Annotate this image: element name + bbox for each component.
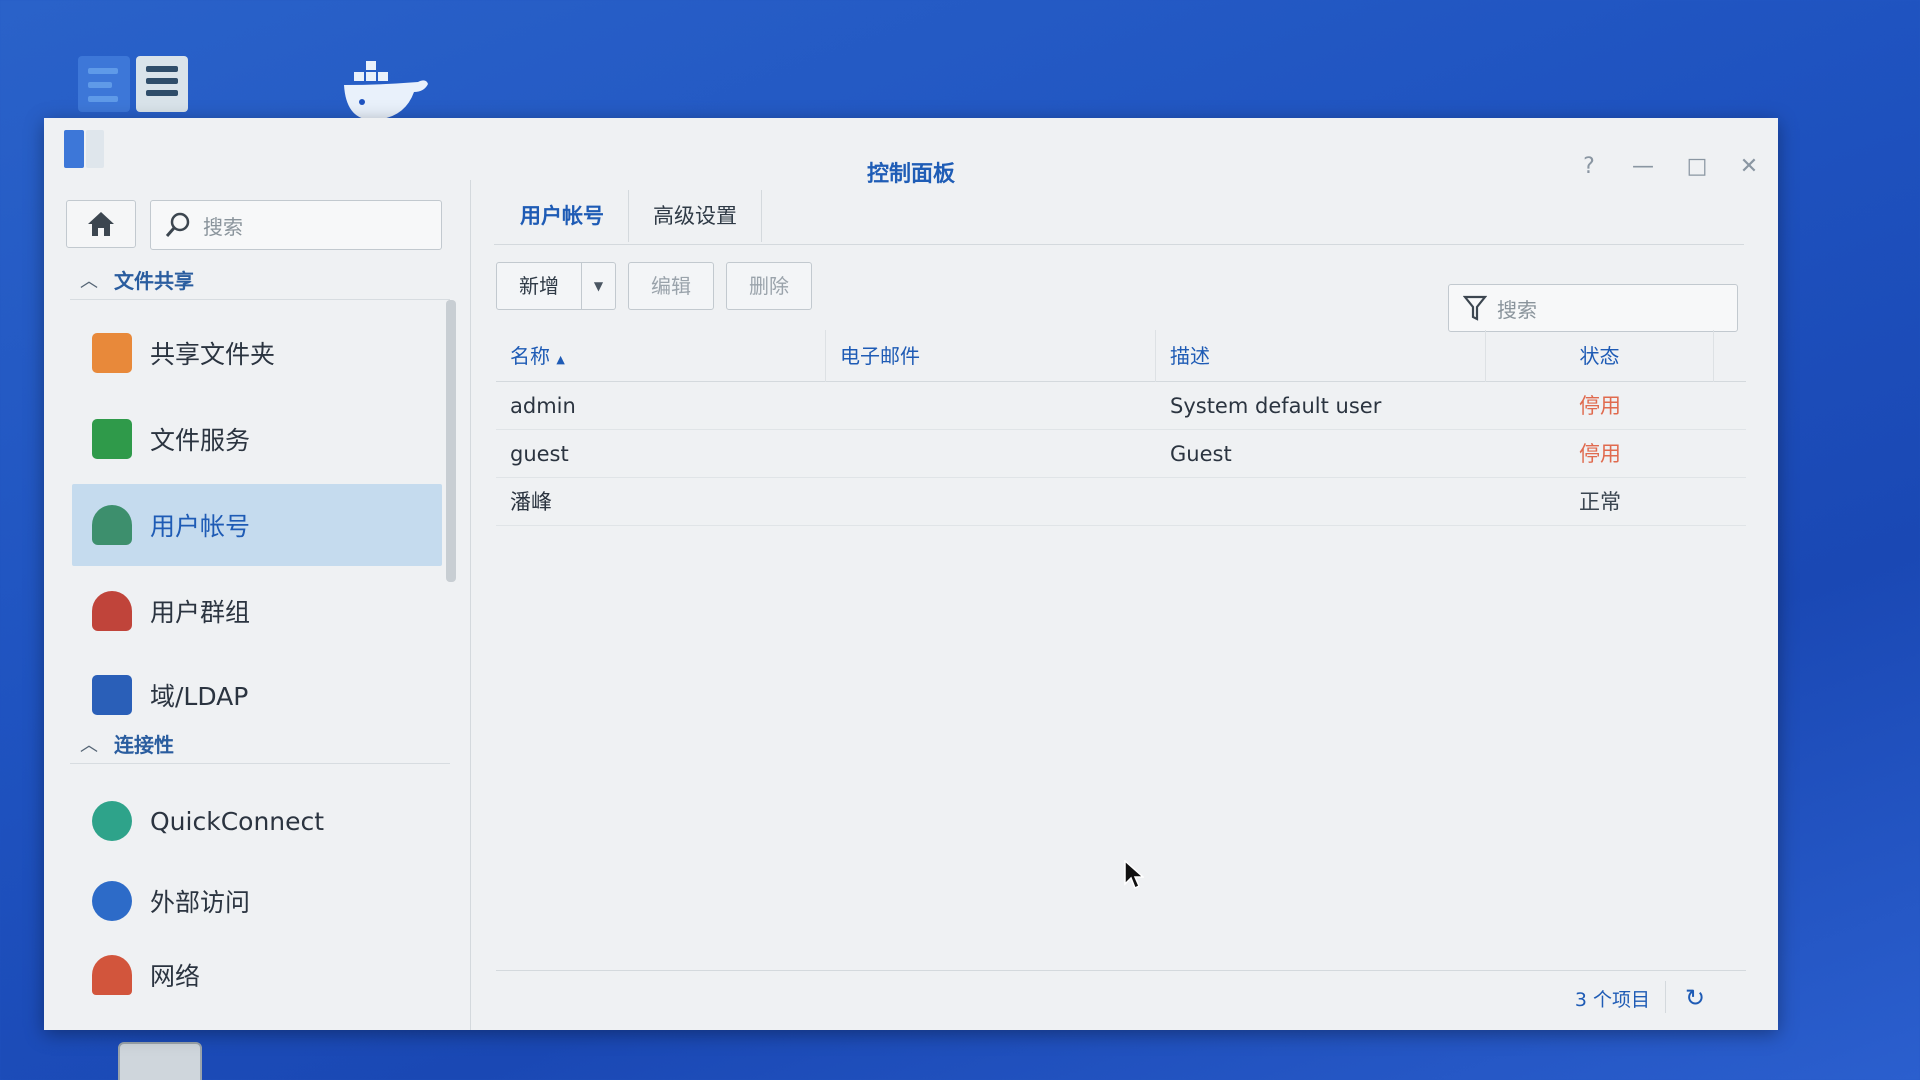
chevron-up-icon: ︿: [80, 270, 98, 292]
user-table: 名称 ▲ 电子邮件 描述 状态 admin System default use…: [496, 330, 1746, 526]
edit-button[interactable]: 编辑: [628, 262, 714, 310]
section-label: 文件共享: [114, 269, 194, 293]
task-list-icon[interactable]: [78, 56, 130, 112]
cell-email: [826, 382, 1156, 430]
table-row[interactable]: guest Guest 停用: [496, 430, 1746, 478]
sidebar-scrollbar[interactable]: [446, 300, 456, 582]
home-icon: [88, 212, 114, 236]
column-header-label: 名称: [510, 344, 550, 368]
refresh-icon[interactable]: ↻: [1680, 983, 1710, 1013]
search-icon: [165, 212, 190, 237]
minimize-icon[interactable]: —: [1628, 152, 1658, 182]
sidebar-search-placeholder: 搜索: [203, 214, 243, 239]
sidebar-item-label: 用户帐号: [150, 512, 251, 541]
filter-icon: [1463, 295, 1487, 321]
footer-divider: [1665, 981, 1666, 1013]
tab-bar: 用户帐号 高级设置: [496, 190, 762, 242]
cell-status: 停用: [1579, 442, 1621, 466]
sidebar-item-quickconnect[interactable]: QuickConnect: [72, 780, 442, 862]
shared-folder-icon: [92, 333, 132, 373]
mouse-cursor-icon: [1124, 859, 1145, 894]
add-dropdown-arrow[interactable]: ▼: [582, 262, 616, 310]
sidebar-item-label: 域/LDAP: [150, 682, 249, 711]
cell-email: [826, 478, 1156, 526]
control-panel-window: 控制面板 ? — □ ✕ 搜索 ︿ 文件共享 共享文件夹 文件服务 用户帐号 用…: [44, 118, 1778, 1030]
column-header-description[interactable]: 描述: [1156, 330, 1486, 382]
sidebar-item-label: QuickConnect: [150, 806, 325, 836]
sidebar-item-shared-folder[interactable]: 共享文件夹: [72, 312, 442, 394]
cell-description: System default user: [1170, 394, 1382, 418]
chevron-up-icon: ︿: [80, 734, 98, 756]
sidebar-item-label: 网络: [150, 962, 201, 991]
cell-description: Guest: [1170, 442, 1232, 466]
desktop-app-icons[interactable]: [78, 56, 190, 114]
help-icon[interactable]: ?: [1574, 152, 1604, 182]
section-connectivity[interactable]: ︿ 连接性: [70, 724, 450, 764]
sidebar-item-label: 文件服务: [150, 426, 251, 455]
globe-icon: [92, 881, 132, 921]
sidebar-item-file-services[interactable]: 文件服务: [72, 398, 442, 480]
cell-name: guest: [510, 442, 569, 466]
network-icon: [92, 955, 132, 995]
tab-advanced-settings[interactable]: 高级设置: [629, 190, 762, 242]
column-header-status[interactable]: 状态: [1486, 330, 1714, 382]
sidebar-item-user-account[interactable]: 用户帐号: [72, 484, 442, 566]
cell-description: [1156, 478, 1486, 526]
cell-status: 正常: [1579, 490, 1621, 514]
cell-email: [826, 430, 1156, 478]
section-file-sharing[interactable]: ︿ 文件共享: [70, 260, 450, 300]
toolbar: 新增 ▼ 编辑 删除: [496, 262, 812, 310]
add-split-button[interactable]: 新增 ▼: [496, 262, 616, 310]
add-button[interactable]: 新增: [496, 262, 582, 310]
column-header-email[interactable]: 电子邮件: [826, 330, 1156, 382]
sort-ascending-icon: ▲: [556, 353, 565, 366]
tab-divider: [494, 244, 1744, 245]
filter-search-input[interactable]: 搜索: [1448, 284, 1738, 332]
control-panel-desktop-icon[interactable]: [136, 56, 188, 112]
user-group-icon: [92, 591, 132, 631]
maximize-icon[interactable]: □: [1682, 152, 1712, 182]
sidebar: 搜索 ︿ 文件共享 共享文件夹 文件服务 用户帐号 用户群组 域/LDAP ︿: [44, 180, 474, 1030]
user-icon: [92, 505, 132, 545]
delete-button[interactable]: 删除: [726, 262, 812, 310]
sidebar-item-label: 共享文件夹: [150, 340, 276, 369]
column-header-name[interactable]: 名称 ▲: [496, 330, 826, 382]
sidebar-item-label: 外部访问: [150, 888, 251, 917]
ldap-icon: [92, 675, 132, 715]
table-header: 名称 ▲ 电子邮件 描述 状态: [496, 330, 1746, 382]
item-count: 3 个项目: [1574, 989, 1650, 1011]
cell-status: 停用: [1579, 394, 1621, 418]
tab-user-account[interactable]: 用户帐号: [496, 190, 629, 242]
main-panel: 用户帐号 高级设置 新增 ▼ 编辑 删除 搜索 名称 ▲ 电子邮件 描述 状态 …: [484, 180, 1758, 1030]
sidebar-item-external-access[interactable]: 外部访问: [72, 860, 442, 942]
sidebar-search-input[interactable]: 搜索: [150, 200, 442, 250]
sidebar-item-user-group[interactable]: 用户群组: [72, 570, 442, 652]
filter-search-placeholder: 搜索: [1497, 297, 1537, 322]
section-label: 连接性: [114, 733, 174, 757]
table-row[interactable]: admin System default user 停用: [496, 382, 1746, 430]
sidebar-item-network[interactable]: 网络: [72, 940, 442, 1010]
cell-name: admin: [510, 394, 576, 418]
sidebar-divider: [470, 180, 471, 1030]
table-footer: 3 个项目 ↻: [496, 970, 1746, 1022]
sidebar-item-label: 用户群组: [150, 598, 251, 627]
network-drive-desktop-icon[interactable]: [118, 1042, 202, 1080]
close-icon[interactable]: ✕: [1734, 152, 1764, 182]
quickconnect-icon: [92, 801, 132, 841]
titlebar: 控制面板 ? — □ ✕: [44, 118, 1778, 187]
table-row[interactable]: 潘峰 正常: [496, 478, 1746, 526]
cell-name: 潘峰: [510, 490, 552, 514]
home-button[interactable]: [66, 200, 136, 248]
file-services-icon: [92, 419, 132, 459]
caret-down-icon: ▼: [593, 279, 604, 293]
